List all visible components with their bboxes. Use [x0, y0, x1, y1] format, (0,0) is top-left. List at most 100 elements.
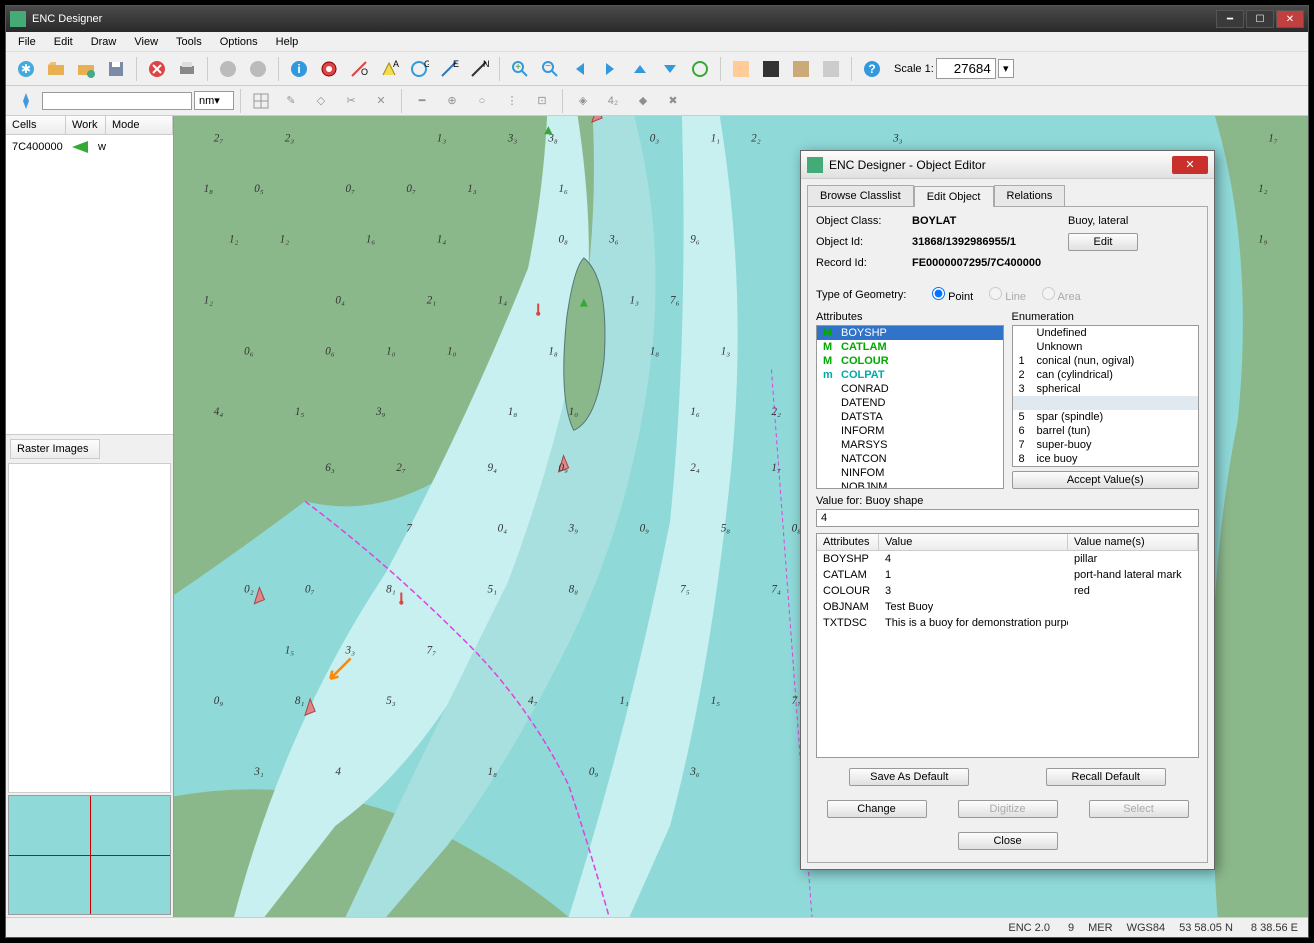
- attr-item[interactable]: NINFOM: [817, 466, 1003, 480]
- grid-button[interactable]: [247, 87, 275, 115]
- attr-item[interactable]: DATEND: [817, 396, 1003, 410]
- dialog-close-button[interactable]: ✕: [1172, 156, 1208, 174]
- cells-list[interactable]: 7C400000 w: [6, 135, 173, 435]
- edit-tool1[interactable]: ✎: [277, 87, 305, 115]
- tool-o-button[interactable]: O: [345, 55, 373, 83]
- unit-select[interactable]: nm ▾: [194, 91, 234, 110]
- tab-browse-classlist[interactable]: Browse Classlist: [807, 185, 914, 206]
- cell-row[interactable]: 7C400000 w: [10, 139, 169, 155]
- enum-item[interactable]: 5spar (spindle): [1013, 410, 1199, 424]
- tool-a-button[interactable]: A: [375, 55, 403, 83]
- edit-tool12[interactable]: ◆: [629, 87, 657, 115]
- gear-icon[interactable]: [315, 55, 343, 83]
- menu-tools[interactable]: Tools: [168, 34, 210, 50]
- recall-default-button[interactable]: Recall Default: [1046, 768, 1166, 786]
- undo-button[interactable]: [214, 55, 242, 83]
- delete-button[interactable]: [143, 55, 171, 83]
- enum-item[interactable]: 7super-buoy: [1013, 438, 1199, 452]
- edit-tool7[interactable]: ○: [468, 87, 496, 115]
- edit-tool13[interactable]: ✖: [659, 87, 687, 115]
- attr-item[interactable]: INFORM: [817, 424, 1003, 438]
- help-button[interactable]: ?: [858, 55, 886, 83]
- pan-down-button[interactable]: [656, 55, 684, 83]
- layer1-button[interactable]: [727, 55, 755, 83]
- overview-map[interactable]: [8, 795, 171, 915]
- enum-item[interactable]: 2can (cylindrical): [1013, 368, 1199, 382]
- attr-item[interactable]: MCOLOUR: [817, 354, 1003, 368]
- layer3-button[interactable]: [787, 55, 815, 83]
- enum-item[interactable]: Undefined: [1013, 326, 1199, 340]
- layer4-button[interactable]: [817, 55, 845, 83]
- info-button[interactable]: i: [285, 55, 313, 83]
- redo-button[interactable]: [244, 55, 272, 83]
- menu-options[interactable]: Options: [212, 34, 266, 50]
- attr-item[interactable]: NATCON: [817, 452, 1003, 466]
- menu-view[interactable]: View: [126, 34, 166, 50]
- menu-file[interactable]: File: [10, 34, 44, 50]
- value-for-input[interactable]: [816, 509, 1199, 527]
- enum-item[interactable]: 8ice buoy: [1013, 452, 1199, 466]
- menu-edit[interactable]: Edit: [46, 34, 81, 50]
- attr-item[interactable]: mCOLPAT: [817, 368, 1003, 382]
- enum-item[interactable]: 3spherical: [1013, 382, 1199, 396]
- print-button[interactable]: [173, 55, 201, 83]
- accept-values-button[interactable]: Accept Value(s): [1012, 471, 1200, 489]
- enum-item[interactable]: 1conical (nun, ogival): [1013, 354, 1199, 368]
- tool-e-button[interactable]: E: [435, 55, 463, 83]
- attr-item[interactable]: MARSYS: [817, 438, 1003, 452]
- tab-edit-object[interactable]: Edit Object: [914, 186, 994, 207]
- change-button[interactable]: Change: [827, 800, 927, 818]
- edit-button[interactable]: Edit: [1068, 233, 1138, 251]
- value-row[interactable]: BOYSHP4pillar: [817, 551, 1198, 567]
- open-button[interactable]: [42, 55, 70, 83]
- enum-item[interactable]: 6barrel (tun): [1013, 424, 1199, 438]
- attr-item[interactable]: MCATLAM: [817, 340, 1003, 354]
- coord-input[interactable]: [42, 92, 192, 110]
- zoom-out-button[interactable]: −: [536, 55, 564, 83]
- enum-item[interactable]: [1013, 396, 1199, 410]
- value-row[interactable]: OBJNAMTest Buoy: [817, 599, 1198, 615]
- enumeration-list[interactable]: UndefinedUnknown1conical (nun, ogival)2c…: [1012, 325, 1200, 467]
- value-row[interactable]: TXTDSCThis is a buoy for demonstration p…: [817, 615, 1198, 631]
- fit-button[interactable]: [686, 55, 714, 83]
- attr-item[interactable]: CONRAD: [817, 382, 1003, 396]
- attr-item[interactable]: DATSTA: [817, 410, 1003, 424]
- minimize-button[interactable]: ━: [1216, 10, 1244, 28]
- value-row[interactable]: COLOUR3red: [817, 583, 1198, 599]
- attr-item[interactable]: NOBJNM: [817, 480, 1003, 489]
- attributes-list[interactable]: MBOYSHPMCATLAMMCOLOURmCOLPATCONRADDATEND…: [816, 325, 1004, 489]
- raster-images-header[interactable]: Raster Images: [10, 439, 100, 459]
- compass-icon[interactable]: [12, 87, 40, 115]
- col-mode[interactable]: Mode: [106, 116, 173, 134]
- radio-point[interactable]: Point: [932, 287, 973, 303]
- tool-g-button[interactable]: G: [405, 55, 433, 83]
- edit-tool4[interactable]: ✕: [367, 87, 395, 115]
- scale-dropdown[interactable]: ▾: [998, 59, 1014, 78]
- edit-tool3[interactable]: ✂: [337, 87, 365, 115]
- close-dialog-button[interactable]: Close: [958, 832, 1058, 850]
- values-table[interactable]: Attributes Value Value name(s) BOYSHP4pi…: [816, 533, 1199, 758]
- tool-n-button[interactable]: N: [465, 55, 493, 83]
- save-button[interactable]: [102, 55, 130, 83]
- attr-item[interactable]: MBOYSHP: [817, 326, 1003, 340]
- value-row[interactable]: CATLAM1port-hand lateral mark: [817, 567, 1198, 583]
- edit-tool2[interactable]: ◇: [307, 87, 335, 115]
- close-button[interactable]: ✕: [1276, 10, 1304, 28]
- scale-input[interactable]: [936, 58, 996, 79]
- pan-up-button[interactable]: [626, 55, 654, 83]
- edit-tool11[interactable]: 4₂: [599, 87, 627, 115]
- col-cells[interactable]: Cells: [6, 116, 66, 134]
- menu-help[interactable]: Help: [268, 34, 307, 50]
- open2-button[interactable]: [72, 55, 100, 83]
- layer2-button[interactable]: [757, 55, 785, 83]
- zoom-in-button[interactable]: +: [506, 55, 534, 83]
- edit-tool9[interactable]: ⊡: [528, 87, 556, 115]
- edit-tool5[interactable]: ━: [408, 87, 436, 115]
- pan-left-button[interactable]: [566, 55, 594, 83]
- menu-draw[interactable]: Draw: [83, 34, 125, 50]
- edit-tool8[interactable]: ⋮: [498, 87, 526, 115]
- enum-item[interactable]: Unknown: [1013, 340, 1199, 354]
- raster-list[interactable]: [8, 463, 171, 793]
- maximize-button[interactable]: ☐: [1246, 10, 1274, 28]
- pan-right-button[interactable]: [596, 55, 624, 83]
